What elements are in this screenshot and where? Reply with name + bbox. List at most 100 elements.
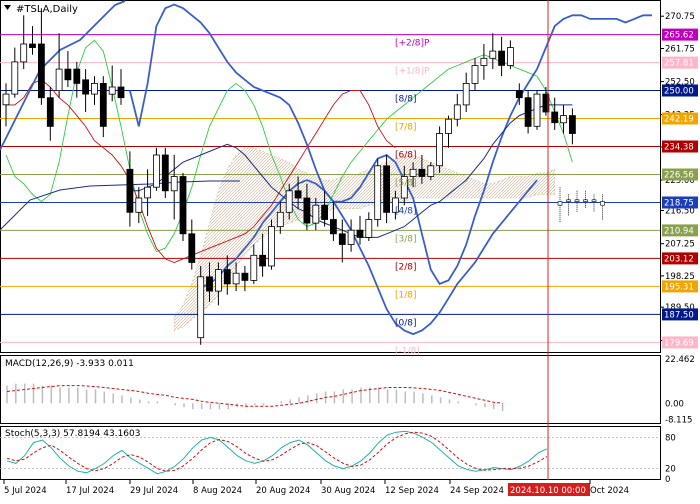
price-candle [338, 233, 346, 245]
x-tick-label: 24 Sep 2024 [450, 486, 504, 496]
price-candle [29, 43, 36, 48]
murrey-level-label: [+2/8]P [395, 39, 430, 49]
stoch-tick-label: 80 [665, 433, 676, 443]
price-tick-label: 261.75 [665, 45, 695, 55]
price-level-value: 265.62 [664, 31, 694, 41]
forecast-candle [574, 199, 580, 202]
price-candle [206, 276, 213, 292]
price-candle [356, 229, 364, 238]
price-candle [126, 168, 134, 213]
x-tick-label: 12 Sep 2024 [385, 486, 439, 496]
price-candle [374, 165, 382, 220]
price-candle [569, 115, 576, 134]
murrey-level-label: [1/8] [395, 290, 417, 300]
price-level-value: 195.31 [664, 282, 694, 292]
price-candle [82, 79, 89, 95]
macd-tick-label: 22.462 [665, 355, 695, 365]
price-candle [223, 269, 231, 285]
price-candle [560, 115, 567, 124]
price-candle [64, 68, 72, 81]
stoch-tick-label: 0 [665, 475, 670, 485]
price-candle [188, 233, 196, 263]
x-tick-label: 5 Jul 2024 [4, 486, 47, 496]
price-candle [551, 111, 559, 124]
price-level-value: 179.69 [664, 338, 694, 348]
price-tick-label: 207.25 [665, 240, 695, 250]
instrument-title: #TSLA,Daily [16, 4, 78, 15]
price-candle [471, 65, 479, 84]
price-candle [418, 168, 426, 177]
price-candle [214, 269, 222, 292]
price-candle [489, 50, 497, 59]
x-tick-label: 17 Jul 2024 [66, 486, 114, 496]
x-tick-label: 8 Aug 2024 [193, 486, 242, 496]
price-candle [179, 176, 187, 235]
price-candle [20, 43, 28, 63]
price-level-value: 226.56 [664, 171, 694, 181]
price-candle [453, 104, 461, 120]
murrey-level-label: [4/8] [395, 207, 417, 217]
x-tick-label: 20 Aug 2024 [256, 486, 310, 496]
chart-canvas: [+2/8]P [+1/8]P [8/8] [7/8] [6/8] [5/8] [4/8] [… [0, 0, 698, 496]
price-candle [2, 93, 10, 106]
murrey-level-label: [+1/8]P [395, 67, 430, 77]
price-tick-label: 270.75 [665, 12, 695, 22]
price-candle [11, 61, 19, 95]
current-time-label: 2024.10.10 00:00 [510, 486, 586, 496]
price-candle [73, 68, 81, 84]
price-candle [99, 83, 107, 127]
price-candle [38, 43, 45, 99]
forecast-candle [583, 199, 588, 202]
forecast-candle [566, 199, 571, 202]
price-candle [46, 97, 54, 127]
price-candle [144, 186, 152, 199]
price-level-value: 203.12 [664, 254, 694, 264]
price-candle [259, 254, 267, 267]
murrey-level-label: [5/8] [395, 179, 417, 189]
price-candle [294, 190, 302, 199]
price-candle [498, 50, 506, 66]
price-candle [135, 197, 143, 213]
price-candle [197, 276, 205, 339]
price-level-value: 218.75 [664, 199, 694, 209]
price-candle [303, 197, 311, 224]
price-level-value: 242.19 [664, 115, 694, 125]
price-candle [427, 165, 435, 177]
price-candle [268, 226, 275, 267]
murrey-level-label: [6/8] [395, 151, 417, 161]
murrey-level-label: [-1/8] [395, 346, 420, 356]
price-candle [232, 272, 240, 285]
price-candle [321, 204, 329, 220]
price-candle [312, 204, 320, 224]
murrey-level-label: [7/8] [395, 123, 417, 133]
x-tick-label: 30 Aug 2024 [321, 486, 375, 496]
price-level-value: 210.94 [664, 226, 694, 236]
price-level-value: 250.00 [664, 87, 694, 97]
forecast-candle [600, 201, 605, 206]
price-candle [329, 219, 337, 235]
main-panel [0, 0, 661, 353]
price-candle [515, 90, 523, 99]
macd-tick-label: -8.115 [665, 415, 692, 425]
price-level-value: 257.81 [664, 59, 694, 69]
price-candle [436, 133, 444, 167]
macd-tick-label: 0.00 [665, 399, 684, 409]
x-tick-label: Oct 2024 [590, 486, 629, 496]
price-level-value: 234.38 [664, 143, 694, 153]
murrey-level-label: [3/8] [395, 234, 417, 244]
price-candle [285, 190, 293, 213]
price-candle [462, 83, 470, 106]
x-tick-label: 29 Jul 2024 [130, 486, 178, 496]
macd-label: MACD(12,26,9) -3.933 0.011 [5, 359, 134, 369]
murrey-level-label: [2/8] [395, 262, 417, 272]
stoch-tick-label: 20 [665, 465, 676, 475]
price-candle [445, 118, 452, 134]
price-candle [480, 57, 488, 66]
murrey-level-label: [8/8] [395, 95, 417, 105]
price-candle [108, 86, 116, 95]
price-candle [409, 168, 417, 177]
price-candle [161, 154, 169, 192]
forecast-candle [557, 201, 563, 206]
price-candle [383, 165, 391, 213]
trading-chart: [+2/8]P [+1/8]P [8/8] [7/8] [6/8] [5/8] [4/8] [… [0, 0, 700, 500]
